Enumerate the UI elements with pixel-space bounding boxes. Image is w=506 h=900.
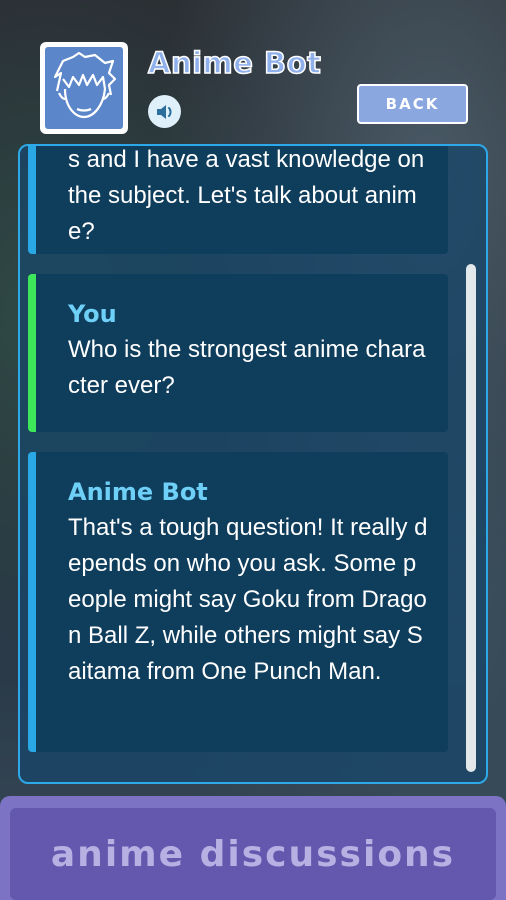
message-text: s and I have a vast knowledge on the sub… [68,146,425,245]
chat-message-bot: s and I have a vast knowledge on the sub… [28,146,448,254]
chat-scrollbar[interactable] [466,264,476,772]
message-accent-bar [28,146,36,254]
bot-title: Anime Bot [147,45,322,81]
chat-message-bot: Anime Bot That's a tough question! It re… [28,452,448,752]
message-sender: Anime Bot [68,478,208,506]
bot-avatar [40,42,128,134]
message-text: That's a tough question! It really depen… [68,514,428,685]
chat-panel[interactable]: s and I have a vast knowledge on the sub… [18,144,488,784]
chat-message-user: You Who is the strongest anime character… [28,274,448,432]
message-accent-bar [28,452,36,752]
anime-discussions-button[interactable]: anime discussions [10,808,496,900]
anime-face-icon [45,47,123,129]
message-accent-bar [28,274,36,432]
message-sender: You [68,300,117,328]
speaker-icon[interactable] [148,95,181,128]
message-text: Who is the strongest anime character eve… [68,336,426,399]
back-button[interactable]: BACK [357,84,468,124]
